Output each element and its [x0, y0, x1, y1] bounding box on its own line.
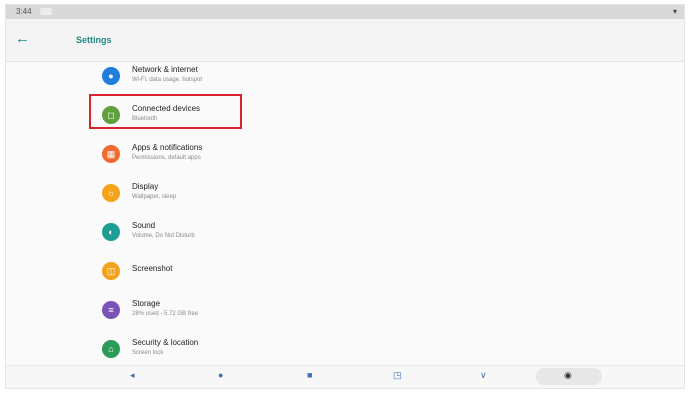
- sound-icon: ◐: [102, 223, 120, 241]
- nav-home-icon[interactable]: ●: [218, 370, 223, 380]
- wifi-status-icon: ▾: [672, 7, 677, 16]
- settings-item-subtitle: 28% used - 5.72 GB free: [132, 311, 199, 317]
- settings-item-title: Sound: [132, 221, 156, 230]
- nav-back-icon[interactable]: ◂: [130, 370, 135, 381]
- status-bar: 3:44 ▾: [6, 5, 684, 19]
- app-bar: ← Settings: [6, 19, 684, 62]
- settings-item-subtitle: Permissions, default apps: [132, 155, 201, 161]
- settings-item-title: Screenshot: [132, 264, 173, 273]
- nav-camera-pill[interactable]: ◉: [536, 368, 602, 385]
- settings-item-subtitle: Screen lock: [132, 350, 164, 356]
- settings-item-title: Network & internet: [132, 65, 198, 74]
- screenshot-icon: ◫: [102, 262, 120, 280]
- navigation-bar: ◂ ● ■ ◳ ∨ ◉: [6, 365, 684, 388]
- page-title: Settings: [76, 35, 112, 45]
- back-arrow-icon[interactable]: ←: [15, 31, 30, 47]
- nav-recents-icon[interactable]: ■: [307, 370, 312, 380]
- settings-item-title: Apps & notifications: [132, 143, 203, 152]
- nav-screenshot-icon[interactable]: ◳: [393, 370, 402, 381]
- settings-item-apps[interactable]: ▦ Apps & notifications Permissions, defa…: [98, 141, 398, 177]
- status-time: 3:44: [16, 7, 32, 16]
- settings-window: 3:44 ▾ ← Settings ● Network & internet W…: [5, 4, 685, 389]
- apps-icon: ▦: [102, 145, 120, 163]
- settings-item-title: Security & location: [132, 338, 199, 347]
- status-indicator-icon: [40, 8, 52, 15]
- display-icon: ☼: [102, 184, 120, 202]
- security-icon: ⌂: [102, 340, 120, 358]
- settings-item-title: Storage: [132, 299, 161, 308]
- storage-icon: ≡: [102, 301, 120, 319]
- settings-item-subtitle: Volume, Do Not Disturb: [132, 233, 195, 239]
- settings-item-storage[interactable]: ≡ Storage 28% used - 5.72 GB free: [98, 297, 398, 333]
- settings-item-subtitle: Wi-Fi, data usage, hotspot: [132, 77, 203, 83]
- settings-item-sound[interactable]: ◐ Sound Volume, Do Not Disturb: [98, 219, 398, 255]
- wifi-icon: ●: [102, 67, 120, 85]
- settings-item-display[interactable]: ☼ Display Wallpaper, sleep: [98, 180, 398, 216]
- nav-volume-icon[interactable]: ∨: [480, 370, 487, 381]
- highlight-box: [89, 94, 242, 129]
- settings-item-title: Display: [132, 182, 159, 191]
- settings-item-screenshot[interactable]: ◫ Screenshot: [98, 258, 398, 294]
- camera-icon: ◉: [564, 370, 572, 380]
- settings-item-subtitle: Wallpaper, sleep: [132, 194, 177, 200]
